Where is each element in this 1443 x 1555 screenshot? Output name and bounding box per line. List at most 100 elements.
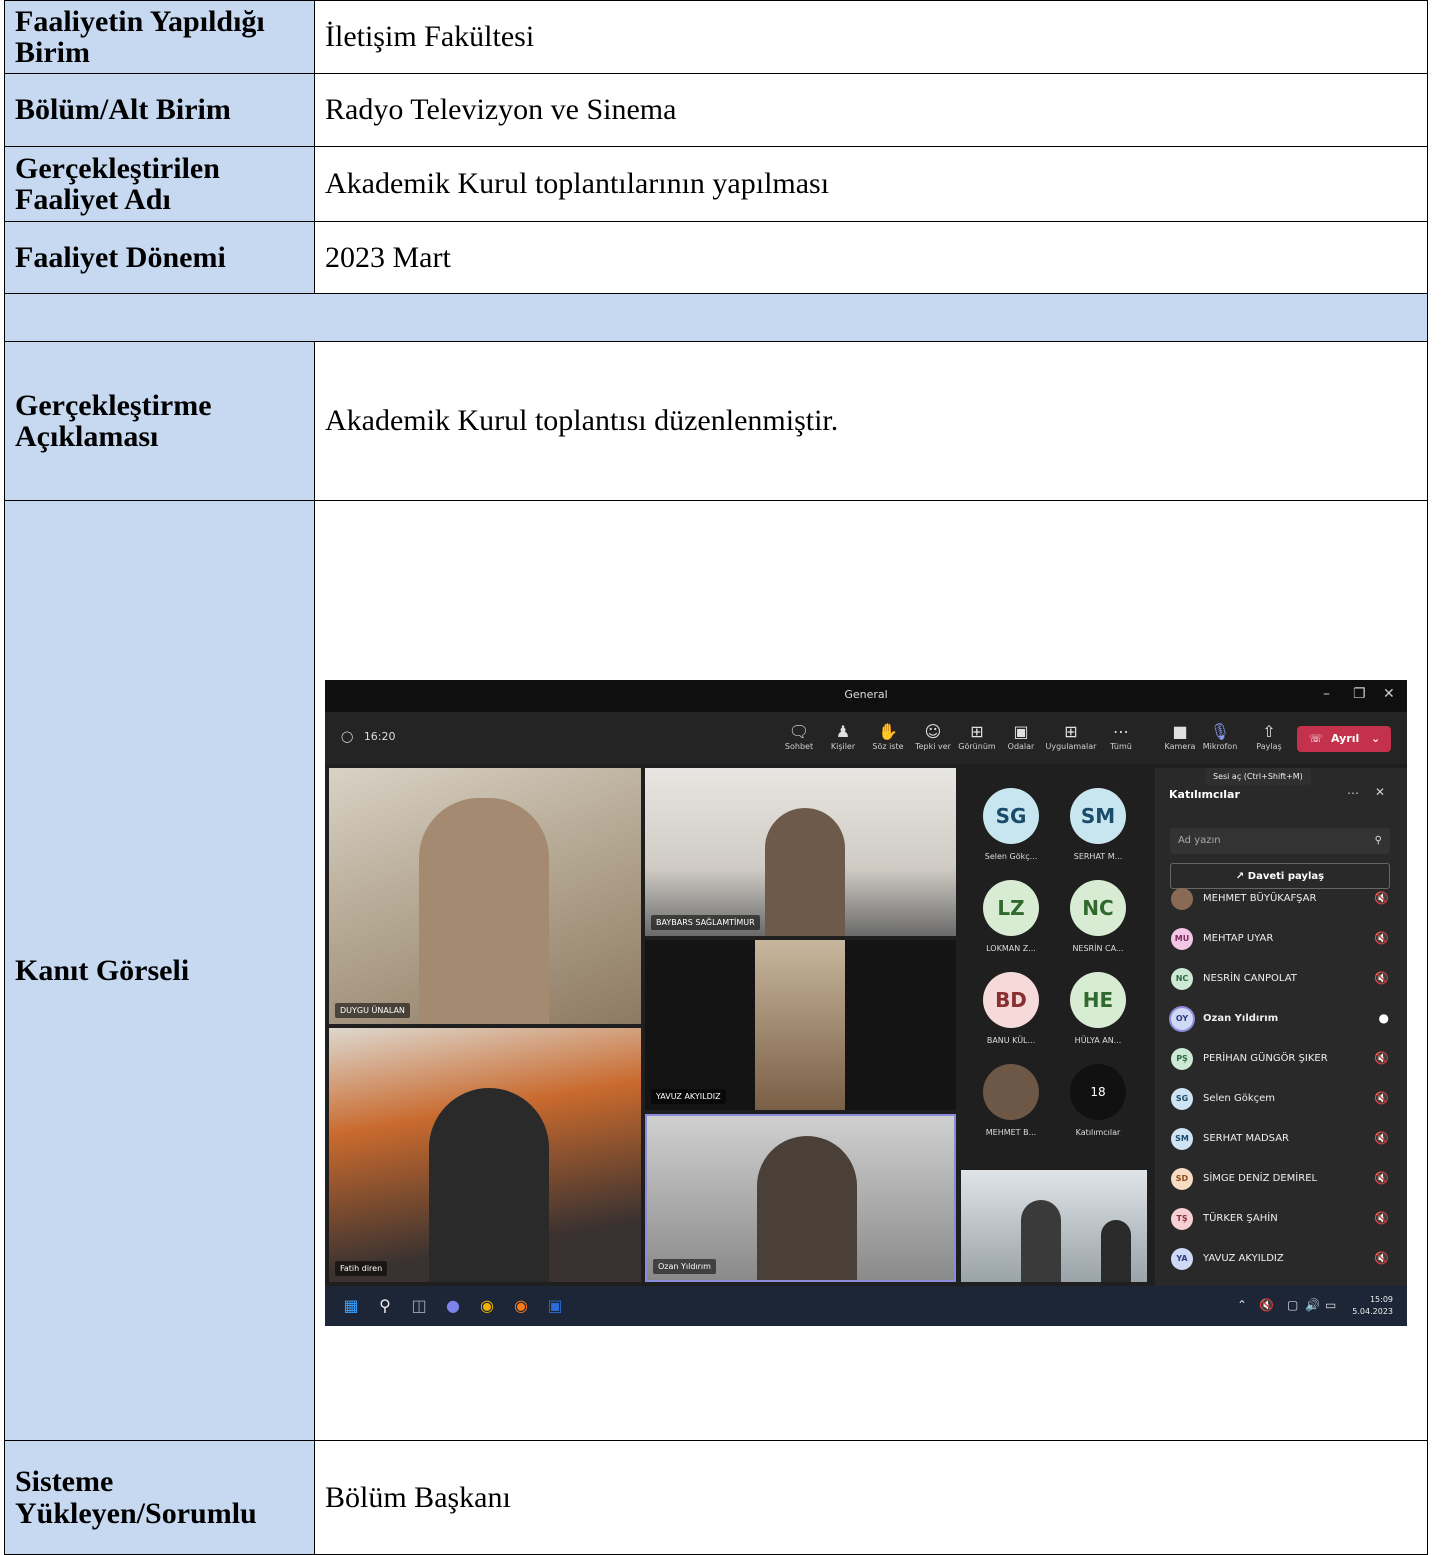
share-icon: ⇧ <box>1262 722 1276 741</box>
uploader-label: Sisteme Yükleyen/Sorumlu <box>4 1440 315 1555</box>
word-icon[interactable]: ▣ <box>545 1296 565 1316</box>
mic-tooltip: Sesi aç (Ctrl+Shift+M) <box>1205 768 1311 785</box>
participant-row[interactable]: TŞ TÜRKER ŞAHİN 🔇 <box>1171 1208 1393 1232</box>
teams-icon[interactable]: ● <box>443 1296 463 1316</box>
mic-muted-icon[interactable]: 🔇 <box>1259 1298 1274 1312</box>
apps-button[interactable]: ⊞ Uygulamalar <box>1045 722 1097 751</box>
avatar[interactable]: BD <box>983 972 1039 1028</box>
share-button[interactable]: ⇧ Paylaş <box>1243 722 1295 751</box>
taskbar-clock[interactable]: 15:09 5.04.2023 <box>1352 1294 1393 1318</box>
mic-icon: ● <box>1378 1011 1389 1025</box>
avatar[interactable]: SM <box>1070 788 1126 844</box>
participant-row[interactable]: MEHMET BÜYÜKAFŞAR 🔇 <box>1171 888 1393 912</box>
video-tile-baybars[interactable]: BAYBARS SAĞLAMTİMUR <box>645 768 956 936</box>
participant-video <box>1021 1200 1061 1282</box>
mic-muted-icon: 🔇 <box>1374 1251 1389 1265</box>
participant-row[interactable]: OY Ozan Yıldırım ● <box>1171 1008 1393 1032</box>
participant-video <box>765 808 845 936</box>
evidence-label: Kanıt Görseli <box>4 500 315 1441</box>
teams-meeting-screenshot: General – ❐ ✕ ◯ 16:20 🗨 Sohbet ♟ Kişiler ✋… <box>325 680 1407 1326</box>
participant-video <box>419 798 549 1024</box>
firefox-icon[interactable]: ◉ <box>511 1296 531 1316</box>
plus-icon: ⊞ <box>1064 722 1078 741</box>
avatar[interactable]: NC <box>1070 880 1126 936</box>
mic-muted-icon: 🔇 <box>1374 1131 1389 1145</box>
avatar-photo[interactable] <box>983 1064 1039 1120</box>
participant-video <box>1101 1220 1131 1282</box>
video-tile-room[interactable] <box>961 1170 1147 1282</box>
close-icon[interactable]: ✕ <box>1375 785 1385 799</box>
more-button[interactable]: ⋯ Tümü <box>1095 722 1147 751</box>
search-input[interactable]: Ad yazın ⚲ <box>1170 828 1390 854</box>
chrome-icon[interactable]: ◉ <box>477 1296 497 1316</box>
mic-muted-icon: 🔇 <box>1374 931 1389 945</box>
avatar-name: SERHAT M... <box>1073 852 1123 861</box>
participant-video <box>757 1136 857 1280</box>
video-tile-duygu[interactable]: DUYGU ÜNALAN <box>329 768 641 1024</box>
tile-name: BAYBARS SAĞLAMTİMUR <box>651 915 760 930</box>
participant-count[interactable]: 18 <box>1070 1064 1126 1120</box>
leave-button[interactable]: ☏ Ayrıl ⌄ <box>1297 726 1391 752</box>
avatar-name: HÜLYA AN... <box>1074 1036 1122 1045</box>
avatar-name: NESRİN CA... <box>1072 944 1124 953</box>
rooms-button[interactable]: ▣ Odalar <box>995 722 1047 751</box>
mic-button[interactable]: 🎙 Mikrofon <box>1194 722 1246 751</box>
volume-icon[interactable]: 🔊 <box>1305 1298 1320 1312</box>
activity-name-value: Akademik Kurul toplantılarının yapılması <box>314 146 1428 222</box>
participant-video <box>429 1088 549 1282</box>
video-tile-ozan[interactable]: Ozan Yıldırım <box>645 1114 956 1282</box>
description-value: Akademik Kurul toplantısı düzenlenmiştir… <box>314 341 1428 501</box>
battery-icon[interactable]: ▭ <box>1325 1298 1336 1312</box>
task-view-icon[interactable]: ◫ <box>409 1296 429 1316</box>
more-icon: ⋯ <box>1113 722 1129 741</box>
search-icon[interactable]: ⚲ <box>375 1296 395 1316</box>
description-label: Gerçekleştirme Açıklaması <box>4 341 315 501</box>
mic-muted-icon: 🔇 <box>1374 1051 1389 1065</box>
windows-start-icon[interactable]: ▦ <box>341 1296 361 1316</box>
period-value: 2023 Mart <box>314 221 1428 294</box>
network-icon[interactable]: ▢ <box>1287 1298 1298 1312</box>
avatar[interactable]: LZ <box>983 880 1039 936</box>
share-icon: ↗ <box>1235 871 1245 882</box>
separator-band <box>4 293 1428 342</box>
title-bar: General – ❐ ✕ <box>325 680 1407 712</box>
participant-row[interactable]: SD SİMGE DENİZ DEMİREL 🔇 <box>1171 1168 1393 1192</box>
uploader-value: Bölüm Başkanı <box>314 1440 1428 1555</box>
participant-row[interactable]: MU MEHTAP UYAR 🔇 <box>1171 928 1393 952</box>
avatar[interactable]: SG <box>983 788 1039 844</box>
participant-row[interactable]: SG Selen Gökçem 🔇 <box>1171 1088 1393 1112</box>
chevron-down-icon[interactable]: ⌄ <box>1371 726 1380 752</box>
chevron-up-icon[interactable]: ⌃ <box>1237 1298 1247 1312</box>
avatar-name: BANU KÜL... <box>986 1036 1036 1045</box>
minimize-icon[interactable]: – <box>1323 686 1330 702</box>
rooms-icon: ▣ <box>1013 722 1029 741</box>
department-label: Bölüm/Alt Birim <box>4 73 315 147</box>
participant-video <box>755 940 845 1110</box>
maximize-icon[interactable]: ❐ <box>1353 686 1366 702</box>
window-title: General <box>844 688 888 701</box>
avatar-photo <box>1171 888 1193 910</box>
mic-muted-icon: 🔇 <box>1374 891 1389 905</box>
participant-row[interactable]: SM SERHAT MADSAR 🔇 <box>1171 1128 1393 1152</box>
participant-row[interactable]: NC NESRİN CANPOLAT 🔇 <box>1171 968 1393 992</box>
windows-taskbar: ▦ ⚲ ◫ ● ◉ ◉ ▣ ⌃ 🔇 ▢ 🔊 ▭ 15:09 5.04.2023 <box>325 1286 1407 1326</box>
more-icon[interactable]: ⋯ <box>1347 786 1359 800</box>
unit-label: Faaliyetin Yapıldığı Birim <box>4 0 315 74</box>
avatar-name: Katılımcılar <box>1075 1128 1121 1137</box>
avatar-name: LOKMAN Z... <box>986 944 1036 953</box>
search-icon: ⚲ <box>1374 835 1382 846</box>
close-icon[interactable]: ✕ <box>1383 686 1395 702</box>
tile-name: Fatih diren <box>335 1261 388 1276</box>
share-invite-button[interactable]: ↗ Daveti paylaş <box>1170 863 1390 889</box>
avatar[interactable]: HE <box>1070 972 1126 1028</box>
phone-icon: ☏ <box>1309 732 1323 745</box>
participant-row[interactable]: PŞ PERİHAN GÜNGÖR ŞIKER 🔇 <box>1171 1048 1393 1072</box>
avatar-name: Selen Gökç... <box>984 852 1038 861</box>
mic-muted-icon: 🔇 <box>1374 1171 1389 1185</box>
department-value: Radyo Televizyon ve Sinema <box>314 73 1428 147</box>
period-label: Faaliyet Dönemi <box>4 221 315 294</box>
participant-row[interactable]: YA YAVUZ AKYILDIZ 🔇 <box>1171 1248 1393 1272</box>
participants-panel: Katılımcılar ⋯ ✕ Ad yazın ⚲ ↗ Daveti payl… <box>1155 768 1407 1286</box>
video-tile-yavuz[interactable]: YAVUZ AKYILDIZ <box>645 940 956 1110</box>
video-tile-fatih[interactable]: Fatih diren <box>329 1028 641 1282</box>
